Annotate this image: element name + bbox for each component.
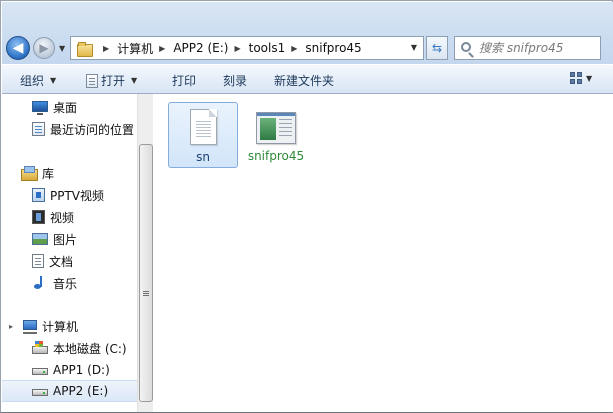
nav-item-label: 音乐: [53, 276, 78, 291]
nav-item-music[interactable]: 音乐: [2, 272, 137, 294]
file-list-view: sn snifpro45: [154, 94, 613, 412]
chevron-right-icon[interactable]: ▶: [291, 44, 297, 53]
picture-library-icon: [32, 233, 48, 245]
nav-item-label: 最近访问的位置: [50, 122, 135, 137]
nav-item-documents[interactable]: 文档: [2, 250, 137, 272]
breadcrumb-label[interactable]: snifpro45: [305, 41, 361, 55]
address-toolbar: ◀ ▶ ▼ ▶ 计算机 ▶ APP2 (E:) ▶ tools1 ▶ snifp…: [2, 2, 613, 64]
breadcrumb-item-app2[interactable]: ▶ APP2 (E:): [153, 41, 228, 55]
nav-item-label: 文档: [49, 254, 74, 269]
file-item-snifpro45[interactable]: snifpro45: [241, 102, 311, 168]
nav-item-label: 桌面: [53, 100, 78, 115]
breadcrumb[interactable]: ▶ 计算机 ▶ APP2 (E:) ▶ tools1 ▶ snifpro45 ▼: [70, 36, 424, 60]
folder-icon: [77, 41, 93, 57]
nav-item-label: 本地磁盘 (C:): [53, 341, 127, 356]
breadcrumb-item-tools1[interactable]: ▶ tools1: [228, 41, 285, 55]
breadcrumb-label[interactable]: 计算机: [117, 40, 153, 57]
breadcrumb-label[interactable]: APP2 (E:): [173, 41, 228, 55]
navigation-pane: 桌面 最近访问的位置 库 PPTV视频 视频 图片 文档 音乐 ▸ 计算机 本地…: [2, 94, 137, 412]
text-document-icon: [190, 109, 217, 145]
nav-item-label: 计算机: [42, 319, 79, 334]
nav-item-pptv-videos[interactable]: PPTV视频: [2, 184, 137, 206]
nav-item-computer[interactable]: ▸ 计算机: [2, 315, 137, 337]
refresh-icon: ⇆: [431, 41, 443, 55]
explorer-window: ◀ ▶ ▼ ▶ 计算机 ▶ APP2 (E:) ▶ tools1 ▶ snifp…: [0, 0, 613, 413]
print-label: 打印: [172, 74, 197, 88]
recent-places-icon: [32, 122, 45, 136]
nav-pane-scrollbar[interactable]: [137, 94, 153, 412]
nav-item-libraries[interactable]: 库: [2, 162, 137, 184]
computer-icon: [23, 320, 37, 334]
nav-item-desktop[interactable]: 桌面: [2, 96, 137, 118]
nav-item-label: 视频: [50, 210, 75, 225]
organize-label: 组织: [20, 74, 45, 88]
arrow-right-icon: ▶: [39, 41, 49, 55]
organize-button[interactable]: 组织 ▼: [20, 72, 56, 89]
recent-pages-dropdown[interactable]: ▼: [59, 44, 65, 53]
search-icon: [461, 42, 471, 52]
print-button[interactable]: 打印: [172, 72, 196, 89]
chevron-down-icon: ▼: [586, 73, 593, 83]
open-button[interactable]: 打开 ▼: [86, 72, 137, 89]
refresh-button[interactable]: ⇆: [426, 36, 448, 60]
forward-button[interactable]: ▶: [33, 37, 55, 59]
file-name: snifpro45: [247, 149, 305, 163]
nav-item-pictures[interactable]: 图片: [2, 228, 137, 250]
scrollbar-thumb[interactable]: [139, 144, 153, 402]
application-icon: [256, 112, 296, 144]
nav-item-drive-d[interactable]: APP1 (D:): [2, 359, 137, 381]
open-label: 打开: [101, 74, 126, 88]
change-view-button[interactable]: ▼: [570, 72, 592, 84]
hard-drive-icon: [32, 368, 48, 375]
burn-label: 刻录: [223, 74, 248, 88]
new-folder-label: 新建文件夹: [274, 74, 335, 88]
system-drive-icon: [32, 341, 48, 354]
new-folder-button[interactable]: 新建文件夹: [274, 72, 334, 89]
view-grid-icon: [570, 72, 582, 84]
hard-drive-icon: [32, 389, 48, 396]
document-library-icon: [32, 254, 44, 268]
file-item-sn[interactable]: sn: [168, 102, 238, 168]
library-icon: [21, 166, 38, 181]
chevron-down-icon: ▼: [131, 76, 138, 85]
breadcrumb-item-snifpro45[interactable]: ▶ snifpro45: [285, 41, 361, 55]
nav-item-recent-places[interactable]: 最近访问的位置: [2, 118, 137, 140]
nav-item-label: APP2 (E:): [53, 384, 109, 398]
nav-item-videos[interactable]: 视频: [2, 206, 137, 228]
video-library-icon: [32, 210, 45, 224]
breadcrumb-item-computer[interactable]: ▶ 计算机: [97, 40, 153, 57]
open-icon: [86, 73, 98, 88]
nav-item-label: APP1 (D:): [53, 363, 110, 377]
chevron-down-icon: ▼: [50, 76, 57, 85]
nav-item-label: 库: [42, 166, 55, 181]
arrow-left-icon: ◀: [12, 40, 24, 56]
burn-button[interactable]: 刻录: [223, 72, 247, 89]
pptv-library-icon: [32, 188, 45, 202]
nav-item-drive-c[interactable]: 本地磁盘 (C:): [2, 337, 137, 359]
search-input[interactable]: [479, 40, 597, 56]
desktop-icon: [32, 100, 48, 115]
address-history-dropdown[interactable]: ▼: [411, 43, 417, 52]
nav-item-drive-e[interactable]: APP2 (E:): [2, 380, 137, 402]
back-button[interactable]: ◀: [6, 36, 30, 60]
chevron-right-icon[interactable]: ▶: [103, 44, 109, 53]
music-note-icon: [32, 276, 48, 290]
command-bar: 组织 ▼ 打开 ▼ 打印 刻录 新建文件夹 ▼: [2, 64, 613, 94]
breadcrumb-label[interactable]: tools1: [249, 41, 286, 55]
chevron-right-icon[interactable]: ▶: [234, 44, 240, 53]
chevron-right-icon[interactable]: ▶: [159, 44, 165, 53]
search-box[interactable]: [454, 36, 601, 60]
file-name: sn: [196, 150, 210, 164]
expand-arrow-icon[interactable]: ▸: [9, 322, 13, 331]
grip-icon: [143, 291, 149, 292]
nav-item-label: 图片: [53, 232, 78, 247]
nav-item-label: PPTV视频: [50, 188, 105, 203]
